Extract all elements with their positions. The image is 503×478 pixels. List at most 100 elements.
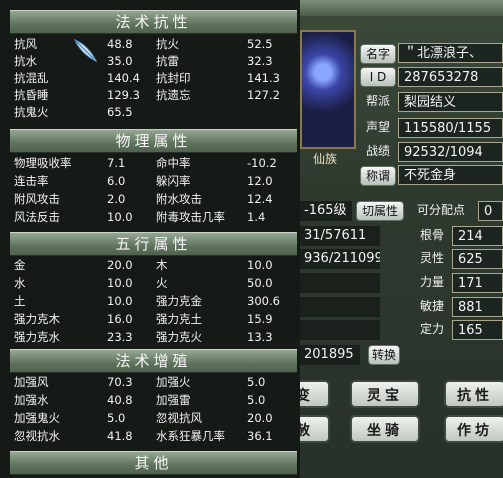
attr-value: 141.3 [247, 71, 280, 85]
stat-value-3: 881 [452, 297, 503, 317]
resistance-button[interactable]: 抗性 [444, 380, 503, 408]
attr-label: 抗风 [14, 37, 37, 51]
attr-label: 加强鬼火 [14, 411, 60, 425]
attr-value: 10.0 [247, 258, 273, 272]
exchange-button[interactable]: 转换 [368, 345, 400, 365]
attr-label: 水系狂暴几率 [156, 429, 225, 443]
section-header-other[interactable]: 其他 [10, 451, 297, 475]
attr-value: 10.0 [107, 210, 133, 224]
race-label: 仙族 [312, 152, 337, 166]
exp-value: 201895 [300, 345, 360, 365]
attr-label: 附毒攻击几率 [156, 210, 225, 224]
name-value: ＂北漂浪子、 [398, 43, 503, 63]
battle-value: 92532/1094 [398, 142, 503, 162]
attr-value: 13.3 [247, 330, 273, 344]
attr-label: 强力克火 [156, 330, 202, 344]
stat-label-4: 定力 [419, 322, 444, 336]
attr-value: 5.0 [107, 411, 126, 425]
workshop-button[interactable]: 作坊 [444, 415, 503, 443]
attr-value: 6.0 [107, 174, 126, 188]
attr-label: 抗水 [14, 54, 37, 68]
attr-value: -10.2 [247, 156, 277, 170]
gang-value: 梨园结义 [398, 92, 503, 112]
attr-value: 40.8 [107, 393, 133, 407]
attr-label: 加强雷 [156, 393, 191, 407]
attr-label: 风法反击 [14, 210, 60, 224]
attr-value: 127.2 [247, 88, 280, 102]
attr-label: 强力克土 [156, 312, 202, 326]
stat-value-0: 214 [452, 226, 503, 246]
section-header-magic-resistance: 法术抗性 [10, 10, 297, 34]
attr-label: 忽视抗风 [156, 411, 202, 425]
hp-value: 31/57611 [300, 226, 380, 246]
attr-value: 129.3 [107, 88, 140, 102]
attr-label: 连击率 [14, 174, 49, 188]
mp-value: 936/211099 [300, 249, 380, 269]
free-points-label: 可分配点 [416, 203, 465, 217]
character-window-titlebar[interactable] [300, 0, 503, 16]
attr-value: 20.0 [107, 258, 133, 272]
attr-label: 抗昏睡 [14, 88, 49, 102]
attr-label: 忽视抗水 [14, 429, 60, 443]
attr-label: 水 [14, 276, 26, 290]
section-header-spell-boost: 法术增殖 [10, 349, 297, 373]
attr-label: 躲闪率 [156, 174, 191, 188]
id-value: 287653278 [398, 67, 503, 87]
attr-value: 41.8 [107, 429, 133, 443]
attr-value: 70.3 [107, 375, 133, 389]
bar-5 [300, 320, 380, 340]
stat-label-3: 敏捷 [419, 299, 444, 313]
attr-value: 10.0 [107, 276, 133, 290]
section-header-five-elements: 五行属性 [10, 232, 297, 256]
attr-label: 加强风 [14, 375, 49, 389]
name-label[interactable]: 名字 [360, 44, 396, 64]
attr-value: 5.0 [247, 375, 266, 389]
mount-button[interactable]: 坐骑 [350, 415, 420, 443]
prestige-label: 声望 [365, 120, 390, 134]
level-text: -165级 [300, 201, 352, 221]
free-points-value: 0 [478, 201, 503, 221]
attr-label: 加强水 [14, 393, 49, 407]
attr-label: 附水攻击 [156, 192, 202, 206]
stat-label-2: 力量 [419, 275, 444, 289]
attr-label: 加强火 [156, 375, 191, 389]
id-label[interactable]: I D [360, 67, 396, 87]
attr-label: 附风攻击 [14, 192, 60, 206]
attr-label: 金 [14, 258, 26, 272]
attr-value: 35.0 [107, 54, 133, 68]
attr-label: 强力克金 [156, 294, 202, 308]
attr-value: 65.5 [107, 105, 133, 119]
attr-label: 抗混乱 [14, 71, 49, 85]
switch-attribute-button[interactable]: 切属性 [356, 201, 404, 221]
attr-label: 强力克水 [14, 330, 60, 344]
attr-label: 抗火 [156, 37, 179, 51]
attr-value: 12.0 [247, 174, 273, 188]
attr-value: 7.1 [107, 156, 126, 170]
attr-value: 16.0 [107, 312, 133, 326]
attribute-detail-panel: ✕ 法术抗性 抗风48.8抗火52.5 抗水35.0抗雷32.3 抗混乱140.… [0, 0, 300, 478]
attr-value: 36.1 [247, 429, 273, 443]
title-value: 不死金身 [398, 165, 503, 185]
attr-value: 32.3 [247, 54, 273, 68]
lingbao-button[interactable]: 灵宝 [350, 380, 420, 408]
attr-value: 50.0 [247, 276, 273, 290]
attr-value: 23.3 [107, 330, 133, 344]
attr-label: 命中率 [156, 156, 191, 170]
attr-value: 52.5 [247, 37, 273, 51]
attr-value: 15.9 [247, 312, 273, 326]
attr-value: 10.0 [107, 294, 133, 308]
attr-value: 48.8 [107, 37, 133, 51]
prestige-value: 115580/1155 [398, 118, 503, 138]
gang-label: 帮派 [365, 94, 390, 108]
attr-label: 火 [156, 276, 168, 290]
attr-value: 12.4 [247, 192, 273, 206]
title-label[interactable]: 称谓 [360, 166, 396, 186]
attr-label: 抗封印 [156, 71, 191, 85]
attr-label: 抗鬼火 [14, 105, 49, 119]
stat-value-1: 625 [452, 249, 503, 269]
stat-label-1: 灵性 [419, 251, 444, 265]
bar-4 [300, 297, 380, 317]
stat-value-2: 171 [452, 273, 503, 293]
attr-label: 土 [14, 294, 26, 308]
attr-label: 抗雷 [156, 54, 179, 68]
